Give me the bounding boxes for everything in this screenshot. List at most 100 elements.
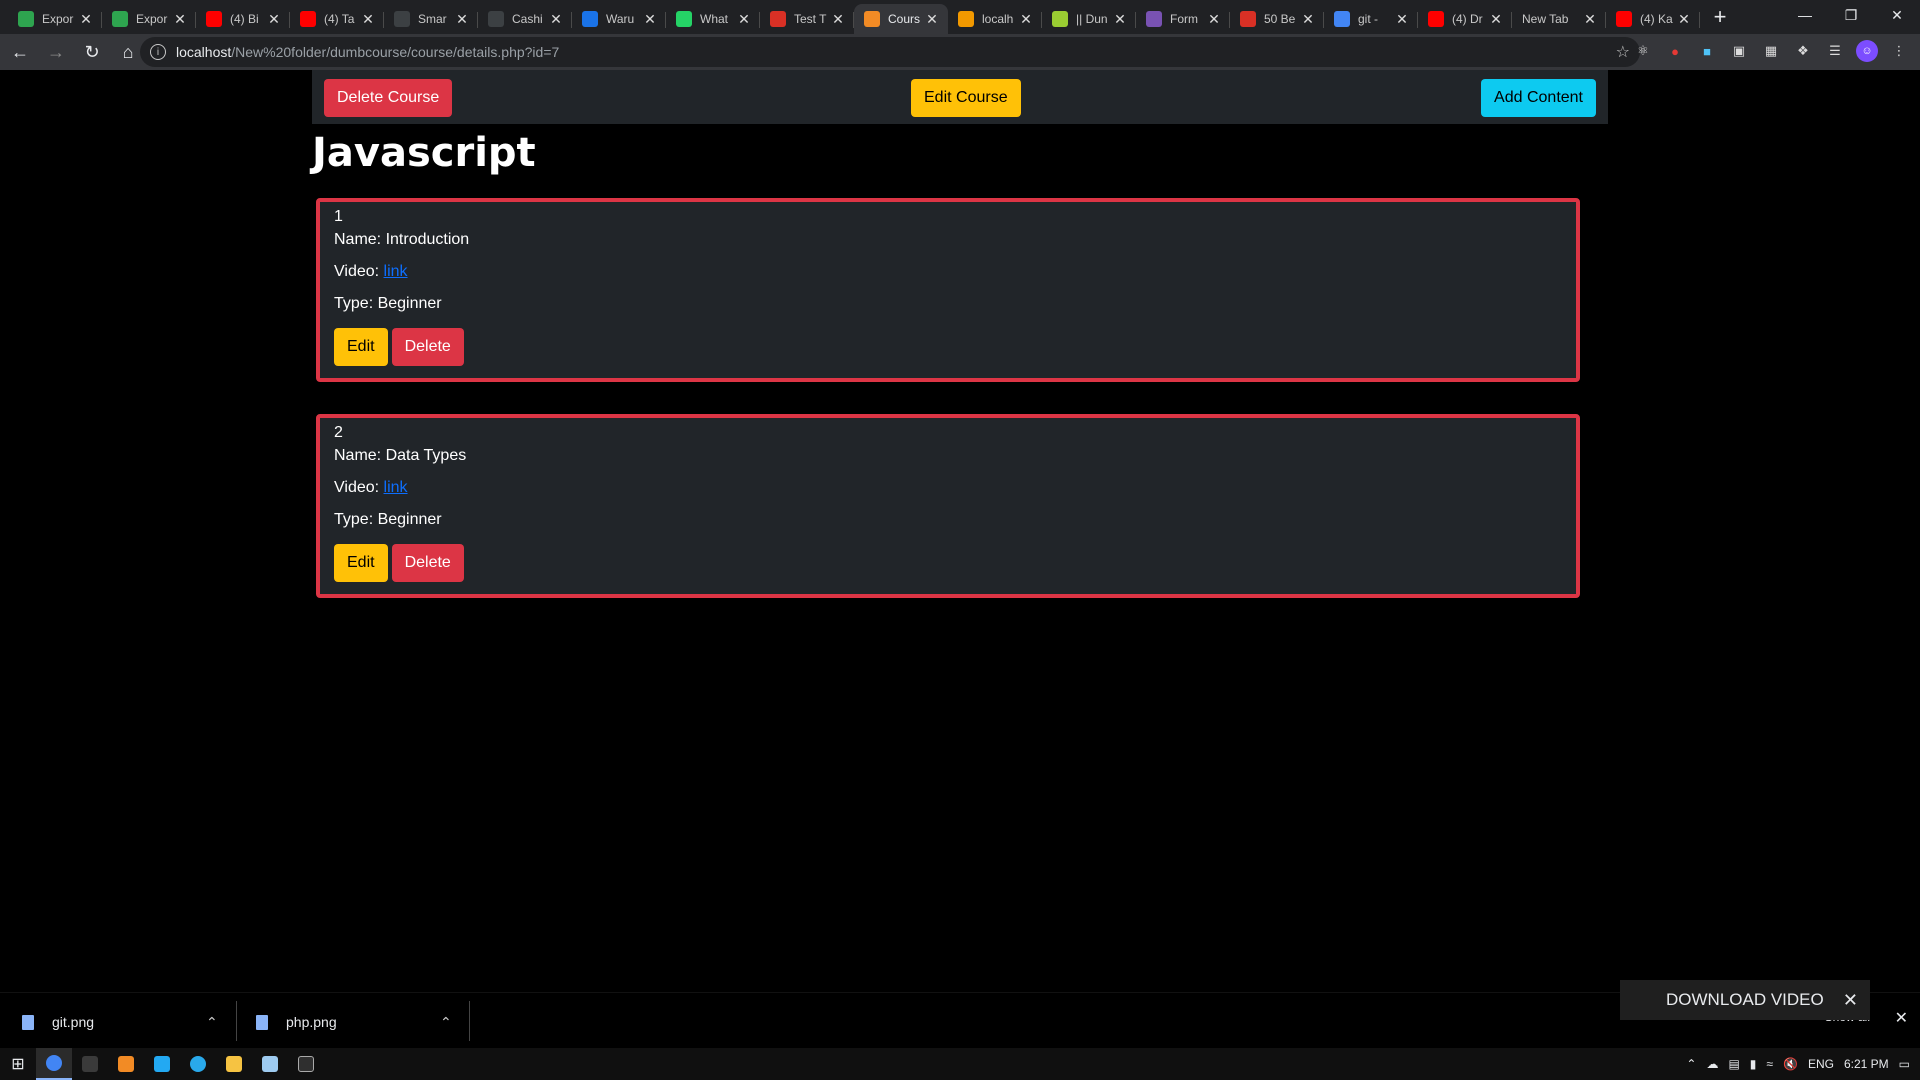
download-item[interactable]: git.png ⌃ [22,1003,222,1041]
youtube-icon [300,11,316,27]
back-icon[interactable]: ← [4,36,36,68]
file-explorer-taskbar-icon[interactable] [216,1048,252,1080]
type-label: Type: [334,295,378,312]
close-tab-icon[interactable]: ✕ [78,11,94,27]
youtube-icon [1616,11,1632,27]
tab-title: localh [982,12,1014,26]
security-icon[interactable]: ▤ [1728,1057,1739,1071]
menu-dots-icon[interactable]: ⋮ [1888,40,1910,62]
reading-list-icon[interactable]: ☰ [1824,40,1846,62]
address-bar[interactable]: i localhost/New%20folder/dumbcourse/cour… [140,37,1640,67]
browser-tab[interactable]: Test T ✕ [760,4,854,34]
close-tab-icon[interactable]: ✕ [830,11,846,27]
browser-tab[interactable]: localh ✕ [948,4,1042,34]
new-tab-button[interactable]: + [1706,3,1734,31]
site-info-icon[interactable]: i [150,44,166,60]
browser-tab[interactable]: (4) Bi ✕ [196,4,290,34]
close-tab-icon[interactable]: ✕ [548,11,564,27]
xampp-taskbar-icon[interactable] [108,1048,144,1080]
close-tab-icon[interactable]: ✕ [1300,11,1316,27]
close-tab-icon[interactable]: ✕ [1488,11,1504,27]
chrome-taskbar-icon[interactable] [36,1048,72,1080]
close-tab-icon[interactable]: ✕ [1112,11,1128,27]
chevron-up-icon[interactable]: ⌃ [1686,1057,1696,1071]
close-tab-icon[interactable]: ✕ [1018,11,1034,27]
close-tab-icon[interactable]: ✕ [924,11,940,27]
profile-avatar[interactable]: ☺ [1856,40,1878,62]
notion-taskbar-icon[interactable] [72,1048,108,1080]
close-tab-icon[interactable]: ✕ [642,11,658,27]
browser-tab[interactable]: Form ✕ [1136,4,1230,34]
close-window-icon[interactable]: ✕ [1874,0,1920,30]
vscode-taskbar-icon[interactable] [144,1048,180,1080]
browser-tab[interactable]: (4) Dr ✕ [1418,4,1512,34]
tab-title: Expor [136,12,168,26]
forward-icon[interactable]: → [40,36,72,68]
close-tab-icon[interactable]: ✕ [266,11,282,27]
browser-tab[interactable]: Cours ✕ [854,4,948,34]
type-label: Type: [334,511,378,528]
close-tab-icon[interactable]: ✕ [736,11,752,27]
windows-start-icon[interactable]: ⊞ [0,1048,36,1080]
video-link[interactable]: link [384,263,408,280]
file-icon [256,1014,268,1030]
edit-content-button[interactable]: Edit [334,328,388,366]
volume-muted-icon[interactable]: 🔇 [1783,1057,1798,1071]
content-type: Beginner [377,511,442,528]
edit-course-button[interactable]: Edit Course [911,79,1021,117]
cloud-icon[interactable]: ☁ [1706,1057,1718,1071]
close-shelf-icon[interactable]: ✕ [1895,1008,1908,1028]
divider [469,1001,470,1041]
add-content-button[interactable]: Add Content [1481,79,1596,117]
battery-icon[interactable]: ▮ [1750,1057,1757,1071]
restore-icon[interactable]: ❐ [1828,0,1874,30]
close-tab-icon[interactable]: ✕ [172,11,188,27]
telegram-taskbar-icon[interactable] [180,1048,216,1080]
browser-tab[interactable]: || Dun ✕ [1042,4,1136,34]
notepad-taskbar-icon[interactable] [252,1048,288,1080]
terminal-taskbar-icon[interactable] [288,1048,324,1080]
notifications-icon[interactable]: ▭ [1899,1057,1910,1071]
os-taskbar: ⊞ ⌃ ☁ ▤ ▮ ≈ 🔇 ENG 6:21 PM ▭ [0,1048,1920,1080]
download-filename: git.png [52,1014,95,1030]
close-tab-icon[interactable]: ✕ [1582,11,1598,27]
download-item[interactable]: php.png ⌃ [256,1003,456,1041]
react-devtools-icon[interactable]: ⚛ [1632,40,1654,62]
video-link[interactable]: link [384,479,408,496]
browser-tab[interactable]: (4) Ka ✕ [1606,4,1700,34]
image-icon[interactable]: ▦ [1760,40,1782,62]
browser-tab[interactable]: Expor ✕ [8,4,102,34]
browser-tab[interactable]: Waru ✕ [572,4,666,34]
browser-tab[interactable]: Cashi ✕ [478,4,572,34]
close-tab-icon[interactable]: ✕ [454,11,470,27]
puzzle-extensions-icon[interactable]: ❖ [1792,40,1814,62]
delete-course-button[interactable]: Delete Course [324,79,453,117]
bookmark-star-icon[interactable]: ☆ [1616,42,1630,62]
download-video-popup[interactable]: DOWNLOAD VIDEO ✕ [1620,980,1870,1020]
chevron-up-icon[interactable]: ⌃ [206,1014,218,1031]
browser-tab[interactable]: git - ✕ [1324,4,1418,34]
delete-content-button[interactable]: Delete [391,328,464,366]
browser-tab[interactable]: What ✕ [666,4,760,34]
browser-tab[interactable]: Expor ✕ [102,4,196,34]
blocker-icon[interactable]: ● [1664,40,1686,62]
language-indicator[interactable]: ENG [1808,1057,1834,1071]
wifi-icon[interactable]: ≈ [1766,1057,1773,1071]
translate-icon[interactable]: ■ [1696,40,1718,62]
close-tab-icon[interactable]: ✕ [360,11,376,27]
delete-content-button[interactable]: Delete [391,544,464,582]
close-tab-icon[interactable]: ✕ [1676,11,1692,27]
screen-capture-icon[interactable]: ▣ [1728,40,1750,62]
close-tab-icon[interactable]: ✕ [1206,11,1222,27]
browser-tab[interactable]: 50 Be ✕ [1230,4,1324,34]
browser-tab[interactable]: (4) Ta ✕ [290,4,384,34]
browser-tab[interactable]: New Tab ✕ [1512,4,1606,34]
clock[interactable]: 6:21 PM [1844,1057,1889,1071]
close-tab-icon[interactable]: ✕ [1394,11,1410,27]
chevron-up-icon[interactable]: ⌃ [440,1014,452,1031]
minimize-icon[interactable]: — [1782,0,1828,30]
browser-tab[interactable]: Smar ✕ [384,4,478,34]
edit-content-button[interactable]: Edit [334,544,388,582]
reload-icon[interactable]: ↻ [76,36,108,68]
close-icon[interactable]: ✕ [1843,990,1858,1011]
